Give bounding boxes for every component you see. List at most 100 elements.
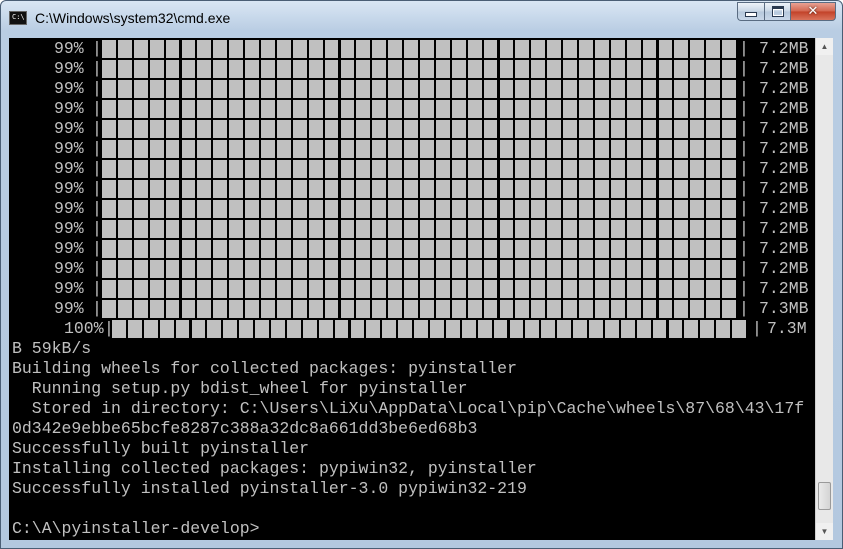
progress-cell — [292, 220, 307, 238]
progress-cell — [372, 60, 387, 78]
scroll-thumb[interactable] — [818, 482, 831, 510]
progress-cell — [706, 180, 721, 198]
progress-cell — [245, 200, 259, 218]
progress-cell — [658, 80, 673, 98]
progress-cell — [435, 40, 450, 58]
close-button[interactable]: ✕ — [790, 2, 836, 21]
progress-cell — [356, 260, 371, 278]
progress-cell — [404, 140, 418, 158]
minimize-button[interactable] — [737, 2, 764, 21]
progress-cell — [642, 160, 657, 178]
progress-cell — [563, 60, 577, 78]
progress-cell — [515, 100, 530, 118]
progress-cell — [706, 100, 721, 118]
progress-cell — [102, 120, 116, 138]
progress-cell — [261, 260, 275, 278]
progress-cell — [547, 120, 562, 138]
maximize-button[interactable] — [764, 2, 790, 21]
progress-cell — [435, 220, 450, 238]
progress-row: 99% | | 7.2MB — [12, 119, 809, 139]
progress-cell — [149, 160, 164, 178]
progress-cell — [149, 40, 164, 58]
progress-bar — [102, 200, 738, 218]
progress-cell — [547, 60, 562, 78]
progress-cell — [610, 120, 625, 138]
progress-cell — [117, 180, 132, 198]
progress-cell — [594, 240, 609, 258]
progress-cell — [308, 40, 323, 58]
progress-cell — [451, 120, 466, 138]
progress-cell — [547, 160, 562, 178]
progress-cell — [706, 240, 721, 258]
scroll-up-button[interactable]: ▲ — [816, 38, 833, 55]
progress-cell — [404, 40, 418, 58]
progress-bar — [102, 40, 738, 58]
progress-cell — [324, 300, 339, 318]
progress-cell — [604, 320, 619, 338]
progress-left-border: | — [92, 79, 102, 98]
progress-cell — [626, 60, 641, 78]
progress-cell — [197, 300, 212, 318]
progress-bar — [102, 140, 738, 158]
title-bar[interactable]: C:\Windows\system32\cmd.exe ✕ — [1, 1, 842, 37]
progress-cell — [658, 240, 673, 258]
progress-cell — [531, 300, 546, 318]
progress-cell — [308, 100, 323, 118]
progress-cell — [213, 60, 228, 78]
progress-cell — [229, 260, 244, 278]
progress-cell — [674, 280, 689, 298]
progress-cell — [579, 160, 593, 178]
progress-cell — [292, 140, 307, 158]
progress-cell — [420, 220, 434, 238]
progress-left-border: | — [92, 179, 102, 198]
progress-cell — [308, 200, 323, 218]
progress-cell — [642, 140, 657, 158]
progress-cell — [276, 80, 291, 98]
progress-cell — [594, 60, 609, 78]
progress-cell — [404, 200, 418, 218]
progress-cell — [286, 320, 301, 338]
cmd-icon[interactable] — [9, 11, 27, 25]
progress-cell — [467, 280, 482, 298]
progress-cell — [165, 240, 180, 258]
progress-cell — [722, 40, 736, 58]
progress-cell — [658, 220, 673, 238]
progress-cell — [165, 40, 180, 58]
progress-cell — [149, 80, 164, 98]
console-output[interactable]: 99% | | 7.2MB 99% | | 7.2MB 99% | | 7.2MB 99% | | 7.2MB… — [9, 38, 815, 540]
progress-cell — [515, 120, 530, 138]
progress-cell — [563, 100, 577, 118]
progress-bar — [102, 240, 738, 258]
progress-cell — [197, 240, 212, 258]
progress-cell — [261, 220, 275, 238]
progress-cell — [197, 220, 212, 238]
progress-cell — [547, 200, 562, 218]
scroll-down-button[interactable]: ▼ — [816, 523, 833, 540]
vertical-scrollbar[interactable]: ▲ ▼ — [815, 38, 833, 540]
progress-cell — [579, 240, 593, 258]
progress-cell — [722, 60, 736, 78]
progress-cell — [594, 100, 609, 118]
progress-cell — [483, 60, 498, 78]
progress-cell — [579, 60, 593, 78]
progress-cell — [658, 300, 673, 318]
progress-cell — [239, 320, 254, 338]
progress-left-border: | — [92, 259, 102, 278]
progress-cell — [658, 40, 673, 58]
progress-cell — [642, 280, 657, 298]
progress-cell — [563, 240, 577, 258]
progress-cell — [573, 320, 587, 338]
progress-cell — [229, 220, 244, 238]
progress-cell — [117, 100, 132, 118]
progress-cell — [483, 120, 498, 138]
progress-cell — [610, 260, 625, 278]
progress-cell — [133, 140, 148, 158]
progress-cell — [356, 300, 371, 318]
progress-cell — [626, 220, 641, 238]
progress-cell — [149, 100, 164, 118]
progress-left-border: | — [92, 199, 102, 218]
progress-cell — [435, 160, 450, 178]
command-prompt[interactable]: C:\A\pyinstaller-develop> — [12, 519, 804, 539]
progress-cell — [133, 220, 148, 238]
